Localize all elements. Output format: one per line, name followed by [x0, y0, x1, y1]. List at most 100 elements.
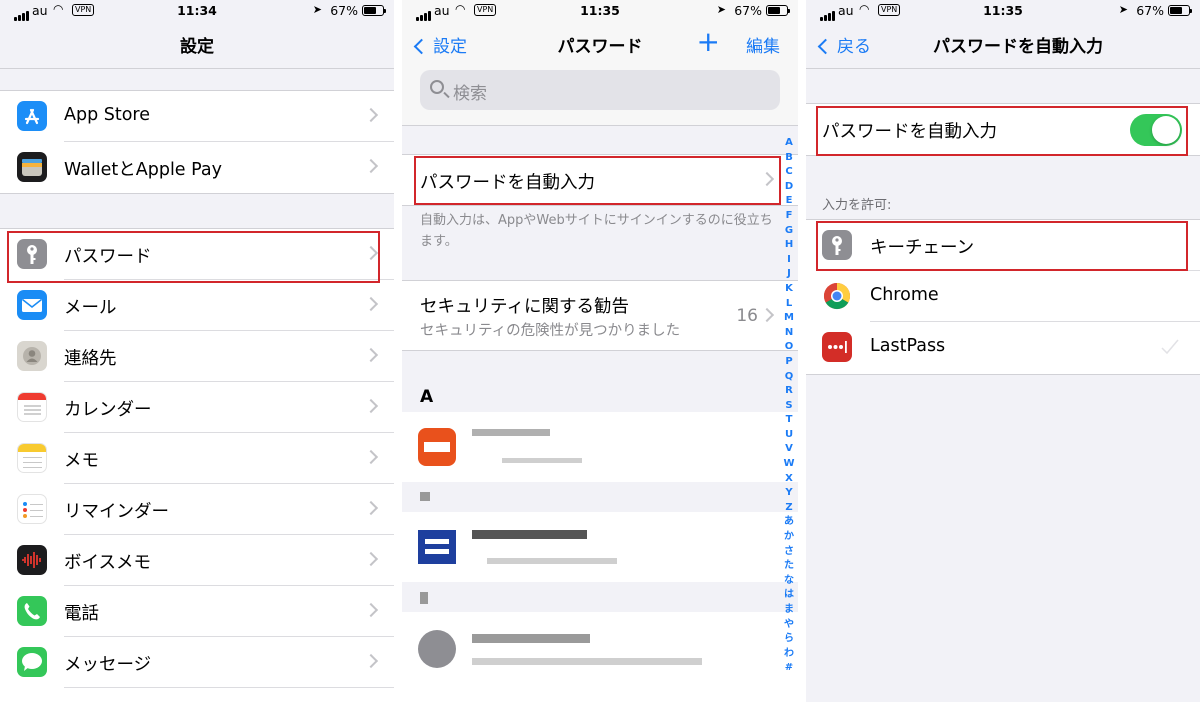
settings-item-voice-memos[interactable]: ボイスメモ — [0, 535, 394, 586]
index-letter[interactable]: S — [782, 399, 796, 414]
password-entry[interactable] — [402, 512, 798, 582]
highlight-box — [7, 231, 380, 283]
section-header: A — [420, 387, 434, 407]
index-letter[interactable]: U — [782, 428, 796, 443]
page-title: パスワード — [557, 37, 643, 57]
settings-item-label: ボイスメモ — [64, 553, 151, 573]
battery-icon — [362, 5, 386, 16]
battery-icon — [1168, 5, 1192, 16]
chevron-right-icon — [363, 398, 379, 414]
status-bar: au ◠ VPN 11:35 ➤ 67% — [402, 0, 798, 22]
index-letter[interactable]: Q — [782, 370, 796, 385]
index-letter[interactable]: K — [782, 282, 796, 297]
chevron-right-icon — [363, 653, 379, 669]
location-icon: ➤ — [312, 3, 322, 16]
chevron-right-icon — [363, 347, 379, 363]
provider-chrome[interactable]: Chrome — [806, 271, 1200, 322]
index-letter[interactable]: か — [782, 530, 796, 545]
password-entry[interactable] — [402, 412, 798, 482]
settings-item-label: メモ — [64, 451, 99, 471]
settings-item-contacts[interactable]: 連絡先 — [0, 331, 394, 382]
settings-item-phone[interactable]: 電話 — [0, 586, 394, 637]
page-title: 設定 — [180, 37, 214, 57]
settings-item-wallet[interactable]: WalletとApple Pay — [0, 142, 394, 193]
index-letter[interactable]: F — [782, 209, 796, 224]
navigation-bar: 設定 — [0, 22, 394, 66]
settings-item-app-store[interactable]: App Store — [0, 91, 394, 142]
calendar-icon — [17, 392, 47, 422]
autofill-passwords-screen: au ◠ VPN 11:35 ➤ 67% 戻る パスワードを自動入力 パスワード… — [806, 0, 1200, 702]
index-letter[interactable]: た — [782, 559, 796, 574]
settings-item-label: WalletとApple Pay — [64, 160, 222, 180]
chevron-right-icon — [363, 449, 379, 465]
contacts-icon — [17, 341, 47, 371]
battery-percent: 67% — [330, 3, 358, 18]
index-letter[interactable]: J — [782, 267, 796, 282]
app-store-icon — [17, 101, 47, 131]
settings-item-reminders[interactable]: リマインダー — [0, 484, 394, 535]
security-recommendations-row[interactable]: セキュリティに関する勧告 セキュリティの危険性が見つかりました 16 — [402, 281, 798, 350]
index-letter[interactable]: Z — [782, 501, 796, 516]
index-letter[interactable]: R — [782, 384, 796, 399]
settings-item-calendar[interactable]: カレンダー — [0, 382, 394, 433]
index-letter[interactable]: G — [782, 224, 796, 239]
site-icon — [418, 428, 456, 466]
passwords-screen: au ◠ VPN 11:35 ➤ 67% 設定 パスワード + 編集 検索 パス… — [402, 0, 798, 702]
notes-icon — [17, 443, 47, 473]
index-letter[interactable]: T — [782, 413, 796, 428]
index-letter[interactable]: P — [782, 355, 796, 370]
index-letter[interactable]: L — [782, 297, 796, 312]
index-letter[interactable]: V — [782, 442, 796, 457]
index-letter[interactable]: A — [782, 136, 796, 151]
status-bar: au ◠ VPN 11:35 ➤ 67% — [806, 0, 1200, 22]
settings-item-label: 電話 — [64, 604, 99, 624]
site-icon — [418, 630, 456, 668]
voice-memos-icon — [17, 545, 47, 575]
settings-item-messages[interactable]: メッセージ — [0, 637, 394, 688]
location-icon: ➤ — [716, 3, 726, 16]
index-letter[interactable]: O — [782, 340, 796, 355]
index-letter[interactable]: あ — [782, 515, 796, 530]
settings-item-label: App Store — [64, 105, 151, 125]
index-letter[interactable]: D — [782, 180, 796, 195]
section-index-bar[interactable]: A B C D E F G H I J K L M N O P Q R S T U V W X Y Z あかさたなはまやらわ # — [782, 136, 796, 676]
index-letter[interactable]: ま — [782, 603, 796, 618]
chevron-right-icon — [363, 602, 379, 618]
provider-label: LastPass — [870, 336, 946, 356]
search-input[interactable]: 検索 — [420, 70, 780, 110]
index-letter[interactable]: ら — [782, 632, 796, 647]
site-icon — [418, 530, 456, 564]
index-letter[interactable]: は — [782, 588, 796, 603]
index-letter[interactable]: な — [782, 574, 796, 589]
wallet-icon — [17, 152, 47, 182]
password-entry[interactable] — [402, 612, 798, 702]
index-letter[interactable]: わ — [782, 647, 796, 662]
allow-header: 入力を許可: — [822, 198, 892, 213]
mail-icon — [17, 290, 47, 320]
settings-item-notes[interactable]: メモ — [0, 433, 394, 484]
index-letter[interactable]: M — [782, 311, 796, 326]
search-icon — [430, 80, 444, 94]
index-letter[interactable]: I — [782, 253, 796, 268]
location-icon: ➤ — [1118, 3, 1128, 16]
index-letter[interactable]: Y — [782, 486, 796, 501]
index-letter[interactable]: H — [782, 238, 796, 253]
index-letter[interactable]: C — [782, 165, 796, 180]
settings-item-mail[interactable]: メール — [0, 280, 394, 331]
add-button[interactable]: + — [697, 28, 720, 56]
index-letter[interactable]: # — [782, 661, 796, 676]
index-letter[interactable]: W — [782, 457, 796, 472]
settings-item-label: カレンダー — [64, 400, 152, 420]
index-letter[interactable]: B — [782, 151, 796, 166]
index-letter[interactable]: E — [782, 194, 796, 209]
security-title: セキュリティに関する勧告 — [420, 297, 629, 317]
settings-item-label: メッセージ — [64, 655, 152, 675]
settings-item-label: 連絡先 — [64, 349, 117, 369]
index-letter[interactable]: さ — [782, 545, 796, 560]
status-bar: au ◠ VPN 11:34 ➤ 67% — [0, 0, 394, 22]
index-letter[interactable]: N — [782, 326, 796, 341]
provider-lastpass[interactable]: LastPass — [806, 322, 1200, 373]
edit-button[interactable]: 編集 — [746, 32, 780, 57]
index-letter[interactable]: や — [782, 618, 796, 633]
index-letter[interactable]: X — [782, 472, 796, 487]
